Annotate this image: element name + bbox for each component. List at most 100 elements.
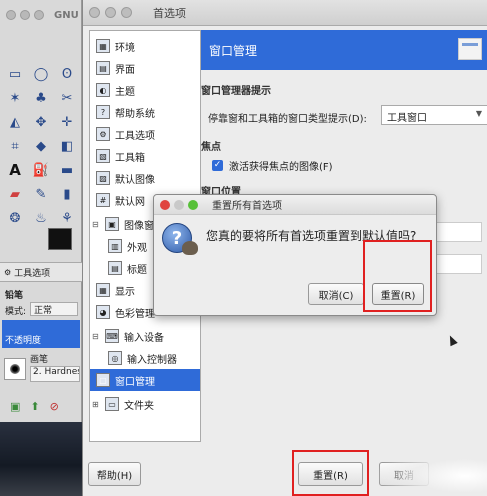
expand-icon[interactable]: ⊞ [92,400,100,409]
lasso-icon[interactable]: ʘ [56,64,78,84]
bucket-fill-icon[interactable]: ⛽ [30,160,52,180]
toolbox-icon: ▧ [96,149,110,163]
theme-icon: ◐ [96,83,110,97]
toolbox-title: GNU [54,9,79,21]
collapse-icon[interactable]: ⊟ [92,220,100,229]
tree-item-folders[interactable]: ⊞ ▭ 文件夹 [90,393,200,415]
title-icon: ▤ [108,261,122,275]
environment-icon: ▦ [96,39,110,53]
tool-options-tab-label: 工具选项 [14,268,51,279]
color-management-icon: ◕ [96,305,110,319]
tree-item-interface[interactable]: ▤ 界面 [90,57,200,79]
checkbox-checked-icon[interactable]: ✓ [212,160,223,171]
tool-name: 铅笔 [5,291,24,301]
tree-item-default-image[interactable]: ▨ 默认图像 [90,167,200,189]
focus-checkbox-label: 激活获得焦点的图像(F) [229,162,333,173]
delete-options-icon[interactable]: ⊘ [50,400,59,418]
brush-label: 画笔 [30,355,49,365]
maximize-dot-icon[interactable] [188,199,198,210]
window-management-icon: ▢ [96,373,110,387]
fuzzy-select-icon[interactable]: ✶ [4,88,26,108]
tool-grid: ▭ ◯ ʘ ✶ ♣ ✂ ◭ ✥ ✛ ⌗ ◆ ◧ A ⛽ ▬ ▰ ✎ ▮ ❂ ♨ … [4,64,78,228]
align-icon[interactable]: ✛ [56,112,78,132]
minimize-dot-icon[interactable] [20,10,30,20]
paintbrush-icon[interactable]: ▮ [56,184,78,204]
collapse-icon[interactable]: ⊟ [92,332,100,341]
maximize-dot-icon[interactable] [34,10,44,20]
eraser-icon[interactable]: ▰ [4,184,26,204]
brush-name-field[interactable]: 2. Hardness [30,366,80,382]
opacity-slider[interactable]: 不透明度 [2,320,80,348]
wilber-mascot-icon [182,241,198,255]
tree-item-toolbox[interactable]: ▧ 工具箱 [90,145,200,167]
foreground-color[interactable] [48,228,72,250]
image-window-icon: ▣ [105,217,119,231]
mode-select[interactable]: 正常 [30,302,78,316]
rotate-icon[interactable]: ◆ [30,136,52,156]
clone-icon[interactable]: ❂ [4,208,26,228]
folders-icon: ▭ [105,397,119,411]
tree-item-input-devices[interactable]: ⊟ ⌨ 输入设备 [90,325,200,347]
window-type-hint-label: 停靠窗和工具箱的窗口类型提示(D): [208,114,367,125]
close-dot-icon[interactable] [89,7,100,18]
window-management-header-icon [458,38,482,60]
text-icon[interactable]: A [4,160,26,180]
page-header: 窗口管理 [201,30,487,70]
minimize-dot-icon[interactable] [105,7,116,18]
scissors-icon[interactable]: ✂ [56,88,78,108]
color-swatches[interactable] [48,228,80,260]
dodge-icon[interactable]: ⚘ [56,208,78,228]
crop-icon[interactable]: ⌗ [4,136,26,156]
scale-icon[interactable]: ◧ [56,136,78,156]
appearance-icon: ▥ [108,239,122,253]
preferences-titlebar: 首选项 [83,0,487,26]
opacity-label: 不透明度 [5,336,42,346]
rect-select-icon[interactable]: ▭ [4,64,26,84]
highlight-box-reset-main [292,450,369,496]
input-devices-icon: ⌨ [105,329,119,343]
tree-item-help-system[interactable]: ? 帮助系统 [90,101,200,123]
blend-icon[interactable]: ▬ [56,160,78,180]
smudge-icon[interactable]: ♨ [30,208,52,228]
section-focus: 焦点 [201,142,221,153]
default-image-icon: ▨ [96,171,110,185]
save-options-icon[interactable]: ▣ [10,400,20,418]
display-icon: ▦ [96,283,110,297]
tree-item-theme[interactable]: ◐ 主题 [90,79,200,101]
ellipse-select-icon[interactable]: ◯ [30,64,52,84]
tree-item-tool-options[interactable]: ⚙ 工具选项 [90,123,200,145]
confirm-title: 重置所有首选项 [212,201,282,212]
close-dot-icon[interactable] [160,199,170,210]
confirm-titlebar: 重置所有首选项 [154,195,436,215]
tree-item-window-management[interactable]: ▢ 窗口管理 [90,369,200,391]
tree-item-input-controllers[interactable]: ◎ 输入控制器 [90,347,200,369]
window-type-hint-select[interactable]: 工具窗口 ▼ [381,105,487,125]
tool-options-tab[interactable]: ⚙ 工具选项 [0,262,82,282]
toolbox-bottom-bar: ▣ ⬆ ⊘ [2,400,80,418]
mode-label: 模式: [5,307,27,317]
brush-preview-icon[interactable] [4,358,26,380]
window-type-hint-value: 工具窗口 [387,113,427,124]
help-button[interactable]: 帮助(H) [88,462,141,486]
pencil-icon[interactable]: ✎ [30,184,52,204]
minimize-dot-icon[interactable] [174,199,184,210]
brush-row: 画笔 2. Hardness [2,352,80,386]
help-system-icon: ? [96,105,110,119]
move-icon[interactable]: ✥ [30,112,52,132]
maximize-dot-icon[interactable] [121,7,132,18]
page-title: 窗口管理 [209,43,258,58]
foreground-select-icon[interactable]: ◭ [4,112,26,132]
close-dot-icon[interactable] [6,10,16,20]
default-grid-icon: # [96,193,110,207]
color-select-icon[interactable]: ♣ [30,88,52,108]
toolbox-titlebar: GNU [0,0,81,30]
cancel-button[interactable]: 取消(C) [308,283,364,305]
section-window-manager-hints: 窗口管理器提示 [201,86,271,97]
restore-options-icon[interactable]: ⬆ [30,400,39,418]
highlight-box-reset-confirm [363,240,432,312]
gimp-toolbox: GNU ▭ ◯ ʘ ✶ ♣ ✂ ◭ ✥ ✛ ⌗ ◆ ◧ A ⛽ ▬ ▰ ✎ ▮ … [0,0,82,422]
focus-checkbox-row[interactable]: ✓ 激活获得焦点的图像(F) [212,158,333,173]
input-controllers-icon: ◎ [108,351,122,365]
tree-item-environment[interactable]: ▦ 环境 [90,35,200,57]
preferences-title: 首选项 [153,6,186,20]
